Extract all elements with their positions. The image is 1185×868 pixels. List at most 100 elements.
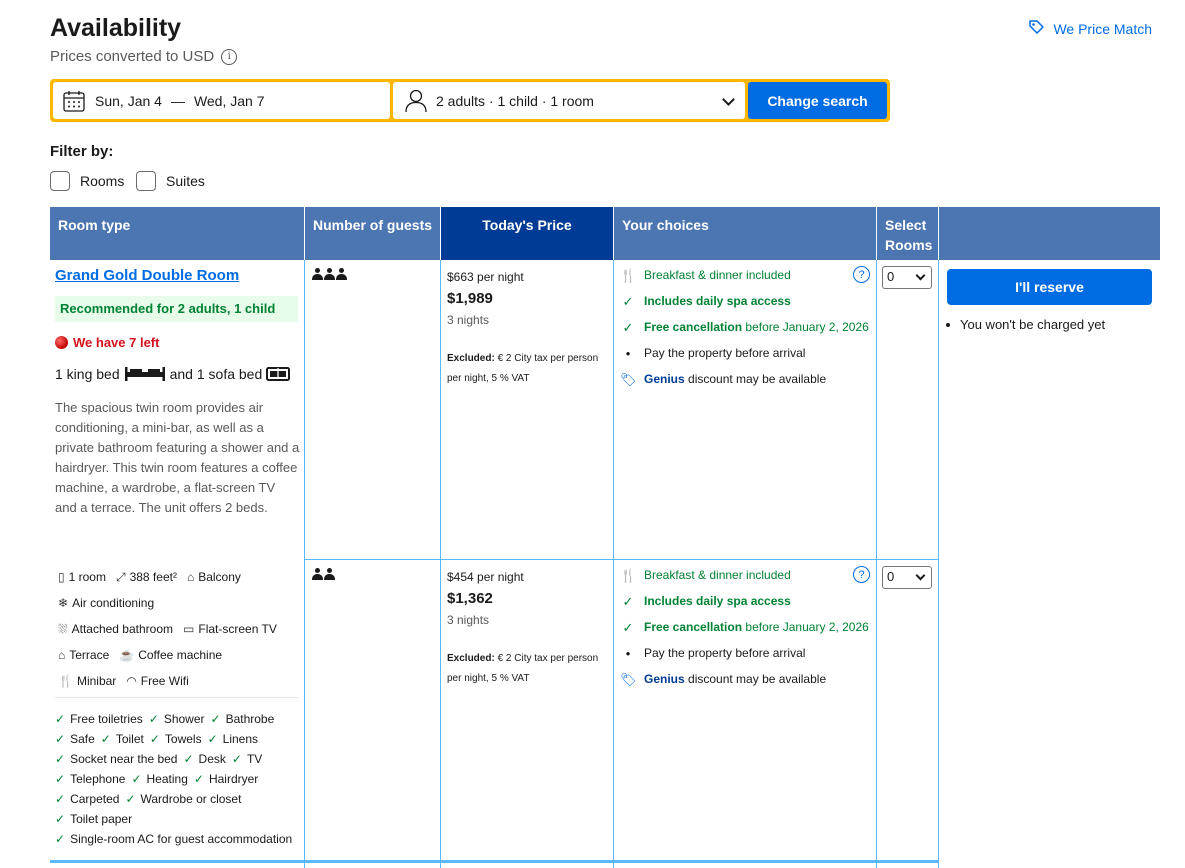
spa-access: Includes daily spa access bbox=[644, 594, 791, 608]
check-icon: ✓ bbox=[125, 792, 136, 806]
check-icon: ✓ bbox=[148, 712, 159, 726]
tv-icon: ▭ bbox=[183, 622, 195, 636]
page-title: Availability bbox=[50, 14, 182, 42]
price-per-night: $454 per night bbox=[447, 570, 524, 584]
size-icon: ⤢ bbox=[115, 569, 126, 584]
help-icon[interactable]: ? bbox=[853, 566, 870, 583]
pay-policy: Pay the property before arrival bbox=[644, 646, 806, 660]
room-amenities: ✓ Free toiletries ✓ Shower ✓ Bathrobe ✓ Safe ✓ T… bbox=[55, 709, 300, 849]
amenity: Safe bbox=[70, 732, 95, 746]
room-count-select-2[interactable]: 0 bbox=[882, 566, 932, 589]
fork-knife-icon: 🍴 bbox=[620, 268, 637, 283]
meal-plan: Breakfast & dinner included bbox=[644, 568, 791, 582]
cancellation-deadline: before January 2, 2026 bbox=[745, 620, 869, 634]
amenity: Hairdryer bbox=[208, 772, 259, 786]
facility-balcony-label: Balcony bbox=[198, 570, 241, 584]
free-cancellation: Free cancellation bbox=[644, 620, 743, 634]
facility-size: ⤢ 388 feet² bbox=[116, 570, 177, 585]
minibar-icon: 🍴 bbox=[58, 674, 73, 688]
amenity: Wardrobe or closet bbox=[140, 792, 242, 806]
terrace-icon: ⌂ bbox=[58, 648, 66, 662]
check-icon: ✓ bbox=[193, 772, 204, 786]
excluded-label: Excluded: bbox=[447, 653, 495, 664]
column-divider bbox=[938, 260, 939, 868]
row-divider bbox=[304, 559, 939, 560]
facility-ac: ❄ Air conditioning bbox=[58, 596, 154, 610]
amenity: Carpeted bbox=[70, 792, 120, 806]
room-facilities: ▯ 1 room ⤢ 388 feet² ⌂ Balcony ❄ Air conditi… bbox=[58, 564, 300, 694]
price-excluded: Excluded: € 2 City tax per person per ni… bbox=[447, 649, 607, 689]
room-name-link[interactable]: Grand Gold Double Room bbox=[55, 267, 239, 284]
currency-note: Prices converted to USD i bbox=[50, 48, 238, 65]
header-room-type: Room type bbox=[50, 207, 304, 260]
check-icon: ✓ bbox=[207, 732, 218, 746]
room-count-select-1[interactable]: 0 bbox=[882, 266, 932, 289]
guests-selector[interactable]: 2 adults · 1 child · 1 room bbox=[393, 82, 745, 119]
excluded-label: Excluded: bbox=[447, 353, 495, 364]
facility-terrace: ⌂ Terrace bbox=[58, 648, 109, 662]
filter-suites[interactable]: Suites bbox=[136, 171, 205, 191]
price-cell-1: $663 per night $1,989 3 nights Excluded:… bbox=[447, 270, 607, 389]
change-search-button[interactable]: Change search bbox=[748, 82, 887, 119]
price-per-night: $663 per night bbox=[447, 270, 524, 284]
facility-coffee: ☕ Coffee machine bbox=[119, 648, 222, 662]
check-icon: ✓ bbox=[149, 732, 160, 746]
header-today-price: Today's Price bbox=[441, 207, 613, 260]
reserve-button[interactable]: I'll reserve bbox=[947, 269, 1152, 305]
price-total: $1,989 bbox=[447, 290, 493, 307]
amenity: Heating bbox=[146, 772, 188, 786]
guests-summary: 2 adults · 1 child · 1 room bbox=[436, 92, 594, 109]
check-icon: ✓ bbox=[55, 732, 66, 746]
check-icon: ✓ bbox=[55, 772, 66, 786]
rooms-checkbox[interactable] bbox=[50, 171, 70, 191]
check-in-date: Sun, Jan 4 bbox=[95, 92, 162, 109]
help-icon[interactable]: ? bbox=[853, 266, 870, 283]
king-bed-icon bbox=[124, 366, 166, 382]
facility-bathroom: ⛆ Attached bathroom bbox=[58, 622, 173, 637]
facility-ac-label: Air conditioning bbox=[72, 596, 155, 610]
person-icon bbox=[405, 89, 427, 113]
calendar-icon bbox=[62, 89, 86, 113]
amenity: Shower bbox=[163, 712, 205, 726]
bed-info-king: 1 king bed bbox=[55, 366, 120, 382]
filter-rooms[interactable]: Rooms bbox=[50, 171, 124, 191]
free-cancellation: Free cancellation bbox=[644, 320, 743, 334]
price-cell-2: $454 per night $1,362 3 nights Excluded:… bbox=[447, 570, 607, 689]
price-match-link[interactable]: We Price Match bbox=[1028, 19, 1152, 39]
check-icon: ✓ bbox=[55, 812, 66, 826]
choices-cell-2: ? 🍴 Breakfast & dinner included ✓ Includes… bbox=[620, 566, 870, 696]
choices-cell-1: ? 🍴 Breakfast & dinner included ✓ Includes… bbox=[620, 266, 870, 396]
nights-count: 3 nights bbox=[447, 613, 490, 627]
date-picker[interactable]: Sun, Jan 4 — Wed, Jan 7 bbox=[53, 82, 390, 119]
balcony-icon: ⌂ bbox=[186, 570, 195, 584]
select-value: 0 bbox=[887, 569, 895, 584]
no-charge-text: You won't be charged yet bbox=[960, 317, 1106, 332]
select-value: 0 bbox=[887, 269, 895, 284]
amenity: Telephone bbox=[70, 772, 126, 786]
header-choices: Your choices bbox=[614, 207, 876, 260]
facility-wifi: ◠ Free Wifi bbox=[126, 674, 188, 688]
filter-suites-label: Suites bbox=[166, 173, 205, 189]
header-reserve bbox=[939, 207, 1160, 260]
check-icon: ✓ bbox=[55, 792, 66, 806]
check-icon: ✓ bbox=[131, 772, 142, 786]
currency-note-text: Prices converted to USD bbox=[50, 48, 215, 65]
check-icon: ✓ bbox=[622, 294, 634, 309]
info-icon[interactable]: i bbox=[221, 48, 238, 65]
guests-3-icon bbox=[312, 268, 347, 280]
recommended-badge: Recommended for 2 adults, 1 child bbox=[55, 296, 298, 322]
price-excluded: Excluded: € 2 City tax per person per ni… bbox=[447, 349, 607, 389]
fork-knife-icon: 🍴 bbox=[620, 568, 637, 583]
genius-text: discount may be available bbox=[688, 372, 827, 386]
chevron-down-icon bbox=[722, 93, 735, 106]
facility-rooms: ▯ 1 room bbox=[58, 570, 106, 584]
amenity: Free toiletries bbox=[70, 712, 143, 726]
facility-minibar: 🍴 Minibar bbox=[58, 674, 116, 688]
bullet-icon bbox=[946, 322, 950, 327]
tag-icon: 🏷 bbox=[620, 672, 637, 687]
check-icon: ✓ bbox=[100, 732, 111, 746]
no-charge-note: You won't be charged yet bbox=[946, 317, 1105, 332]
check-icon: ✓ bbox=[183, 752, 194, 766]
suites-checkbox[interactable] bbox=[136, 171, 156, 191]
facility-size-label: 388 feet² bbox=[129, 570, 177, 584]
